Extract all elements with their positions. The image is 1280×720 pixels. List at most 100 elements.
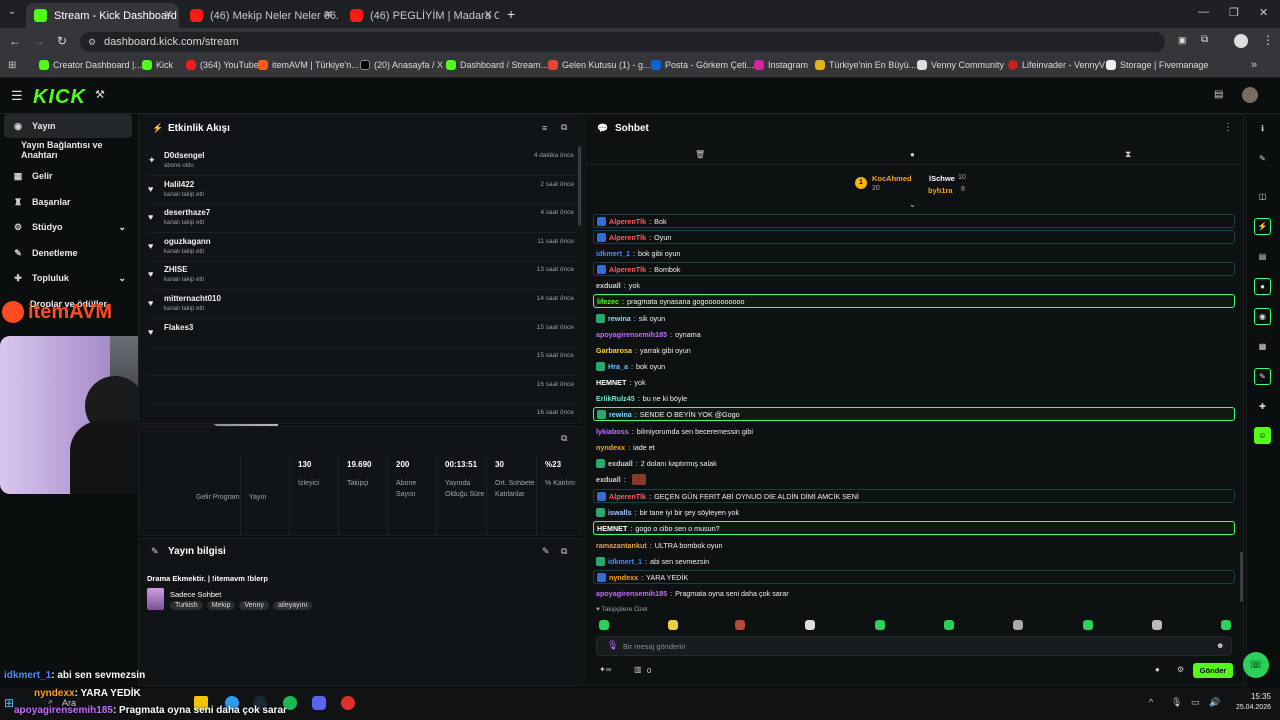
discord-icon[interactable] — [312, 696, 326, 710]
chat-message[interactable]: nyndexx: YARA YEDİK — [593, 570, 1235, 584]
bookmark-item[interactable]: Creator Dashboard |... — [39, 60, 142, 70]
chat-username[interactable]: lykiaboss — [596, 427, 629, 436]
chat-username[interactable]: exduall — [596, 281, 621, 290]
emote-icon[interactable] — [805, 620, 815, 630]
popout-icon[interactable]: ⧉ — [561, 433, 567, 444]
chat-message[interactable]: idkmert_1: abi sen sevmezsin — [593, 554, 1235, 568]
chat-input[interactable]: 🎙 Bir mesaj gönderin ☻ — [596, 636, 1232, 656]
expand-leaderboard-icon[interactable]: ⌄ — [909, 200, 916, 209]
chat-message[interactable]: nyndexx: iade et — [593, 440, 1235, 454]
window-close-icon[interactable]: ✕ — [1259, 6, 1268, 19]
emote-icon[interactable] — [599, 620, 609, 630]
send-button[interactable]: Gönder — [1193, 663, 1233, 678]
clock-time[interactable]: 15:35 — [1227, 692, 1271, 701]
chat-username[interactable]: AlperenTlk — [609, 217, 646, 226]
emote-icon[interactable] — [875, 620, 885, 630]
chat-message[interactable]: AlperenTlk: Bok — [593, 214, 1235, 228]
chat-message[interactable]: apoyagirensemih185: oynama — [593, 327, 1235, 341]
microphone-tray-icon[interactable]: 🎙 — [1171, 697, 1182, 708]
chat-username[interactable]: AlperenTlk — [609, 265, 646, 274]
chat-message[interactable]: AlperenTlk: Oyun — [593, 230, 1235, 244]
chat-message[interactable]: AlperenTlk: Bombok — [593, 262, 1235, 276]
chat-username[interactable]: idkmert_1 — [596, 249, 630, 258]
chat-message[interactable]: apoyagirensemih185: Pragmata oyna seni da… — [593, 586, 1235, 600]
bookmark-item[interactable]: Kick — [142, 60, 173, 70]
popout-icon[interactable]: ⧉ — [561, 546, 567, 557]
chat-message[interactable]: HEMNET: gogo o cibo sen o musun? — [593, 521, 1235, 535]
hourglass-icon[interactable]: ⧗ — [1125, 149, 1131, 160]
close-tab-icon[interactable]: ✕ — [324, 8, 333, 21]
chat-panel-icon[interactable]: ● — [1254, 278, 1271, 295]
bookmark-item[interactable]: (20) Anasayfa / X — [360, 60, 443, 70]
emoji-icon[interactable]: ☻ — [1216, 641, 1224, 650]
tab-kick-dashboard[interactable]: Stream - Kick Dashboard ✕ — [26, 3, 179, 28]
chat-settings-bubble-icon[interactable]: ● — [1155, 665, 1160, 674]
chat-message[interactable]: exduall: yok — [593, 278, 1235, 292]
bookmark-item[interactable]: Türkiye'nin En Büyü... — [815, 60, 916, 70]
browser-menu-icon[interactable]: ⋮ — [1262, 33, 1274, 47]
channel-points-icon[interactable]: ✦∞ — [599, 665, 611, 674]
tab-youtube-mekip[interactable]: (46) Mekip Neler Neler 66.Bölü ✕ — [182, 3, 339, 28]
tab-search-icon[interactable]: ⌄ — [8, 6, 16, 17]
chat-message[interactable]: ramazantankut: ULTRA bombok oyun — [593, 538, 1235, 552]
chat-message[interactable]: lykiaboss: bilmiyorumda sen beceremessin … — [593, 424, 1235, 438]
chat-message[interactable]: idkmert_1: bok gibi oyun — [593, 246, 1235, 260]
emote-icon[interactable] — [735, 620, 745, 630]
sidebar-item-stream[interactable]: ◉ Yayın — [4, 114, 132, 138]
gift-icon[interactable]: ▥ — [634, 665, 642, 674]
extensions-puzzle-icon[interactable]: ⧉ — [1201, 34, 1208, 45]
emote-icon[interactable] — [944, 620, 954, 630]
volume-icon[interactable]: 🔊 — [1209, 697, 1220, 708]
chat-message[interactable]: rewina: sik oyun — [593, 311, 1235, 325]
wallet-icon[interactable]: ▤ — [1214, 89, 1223, 100]
bookmark-item[interactable]: Posta - Görkem Çeti... — [651, 60, 754, 70]
list-item[interactable]: ♥ mitternacht010 kanalı takip etti 14 saat … — [148, 291, 578, 319]
chat-username[interactable]: HEMNET — [596, 378, 626, 387]
url-field[interactable]: ⚙ dashboard.kick.com/stream — [80, 32, 1165, 52]
clock-date[interactable]: 25.04.2026 — [1227, 704, 1271, 711]
chat-username[interactable]: AlperenTlk — [609, 492, 646, 501]
chat-username[interactable]: Hra_a — [608, 362, 628, 371]
user-avatar[interactable] — [1242, 87, 1258, 103]
emote-icon[interactable] — [1152, 620, 1162, 630]
chat-options-icon[interactable]: ⋮ — [1223, 122, 1233, 133]
chat-message[interactable]: iswalls: bir tane iyi bir şey söyleyen yo… — [593, 505, 1235, 519]
chat-message[interactable]: rewina: SENDE O BEYİN YOK @Gogo — [593, 407, 1235, 421]
list-item[interactable]: 16 saat önce — [148, 377, 578, 405]
sidebar-item-moderation[interactable]: ✎ Denetleme — [4, 241, 132, 265]
close-tab-icon[interactable]: ✕ — [484, 8, 493, 21]
sidebar-item-achievements[interactable]: ♜ Başarılar — [4, 190, 132, 214]
trash-icon[interactable]: 🗑 — [695, 150, 705, 159]
emote-icon[interactable] — [668, 620, 678, 630]
list-item[interactable]: 15 saat önce — [148, 348, 578, 376]
forward-icon[interactable]: → — [33, 34, 45, 48]
chat-username[interactable]: lifezec — [597, 297, 619, 306]
chat-username[interactable]: apoyagirensemih185 — [596, 589, 667, 598]
site-info-icon[interactable]: ⚙ — [88, 32, 96, 52]
chat-username[interactable]: nyndexx — [609, 573, 638, 582]
chat-username[interactable]: exduall — [608, 459, 633, 468]
sidebar-item-studio[interactable]: ⚙ Stüdyo ⌄ — [4, 215, 132, 239]
emote-icon[interactable] — [1013, 620, 1023, 630]
filter-icon[interactable]: ≡ — [542, 123, 547, 133]
bookmark-item[interactable]: Lifeinvader - VennyV — [1008, 60, 1105, 70]
bookmark-item[interactable]: (364) YouTube — [186, 60, 259, 70]
bookmark-item[interactable]: Gelen Kutusu (1) - g... — [548, 60, 651, 70]
microphone-icon[interactable]: 🎙 — [607, 640, 618, 651]
bookmark-item[interactable]: Storage | Fivemanage — [1106, 60, 1208, 70]
bot-icon[interactable]: ☺ — [1254, 427, 1271, 444]
list-item[interactable]: ♥ oguzkagann kanalı takip etti 11 saat önce — [148, 234, 578, 262]
list-item[interactable]: ♥ deserthaze7 kanalı takip etti 4 saat önce — [148, 205, 578, 233]
leaderboard-name[interactable]: lSchwe — [929, 174, 955, 183]
stats-panel-icon[interactable]: ▦ — [1254, 338, 1271, 355]
chat-message[interactable]: exduall:2 dolanı kaptırmış salak — [593, 456, 1235, 470]
chat-message[interactable]: AlperenTlk: GEÇEN GÜN FERİT ABİ OYNUO DİE… — [593, 489, 1235, 503]
minimize-icon[interactable]: — — [1198, 6, 1209, 18]
display-icon[interactable]: ▭ — [1191, 697, 1200, 708]
chat-username[interactable]: idkmert_1 — [608, 557, 642, 566]
emote-icon[interactable] — [1221, 620, 1231, 630]
chat-username[interactable]: ErlikRulz45 — [596, 394, 635, 403]
list-item[interactable]: ♥ Flakes3 15 saat önce — [148, 320, 578, 348]
scrollbar[interactable] — [578, 146, 581, 226]
emote-icon[interactable] — [1083, 620, 1093, 630]
